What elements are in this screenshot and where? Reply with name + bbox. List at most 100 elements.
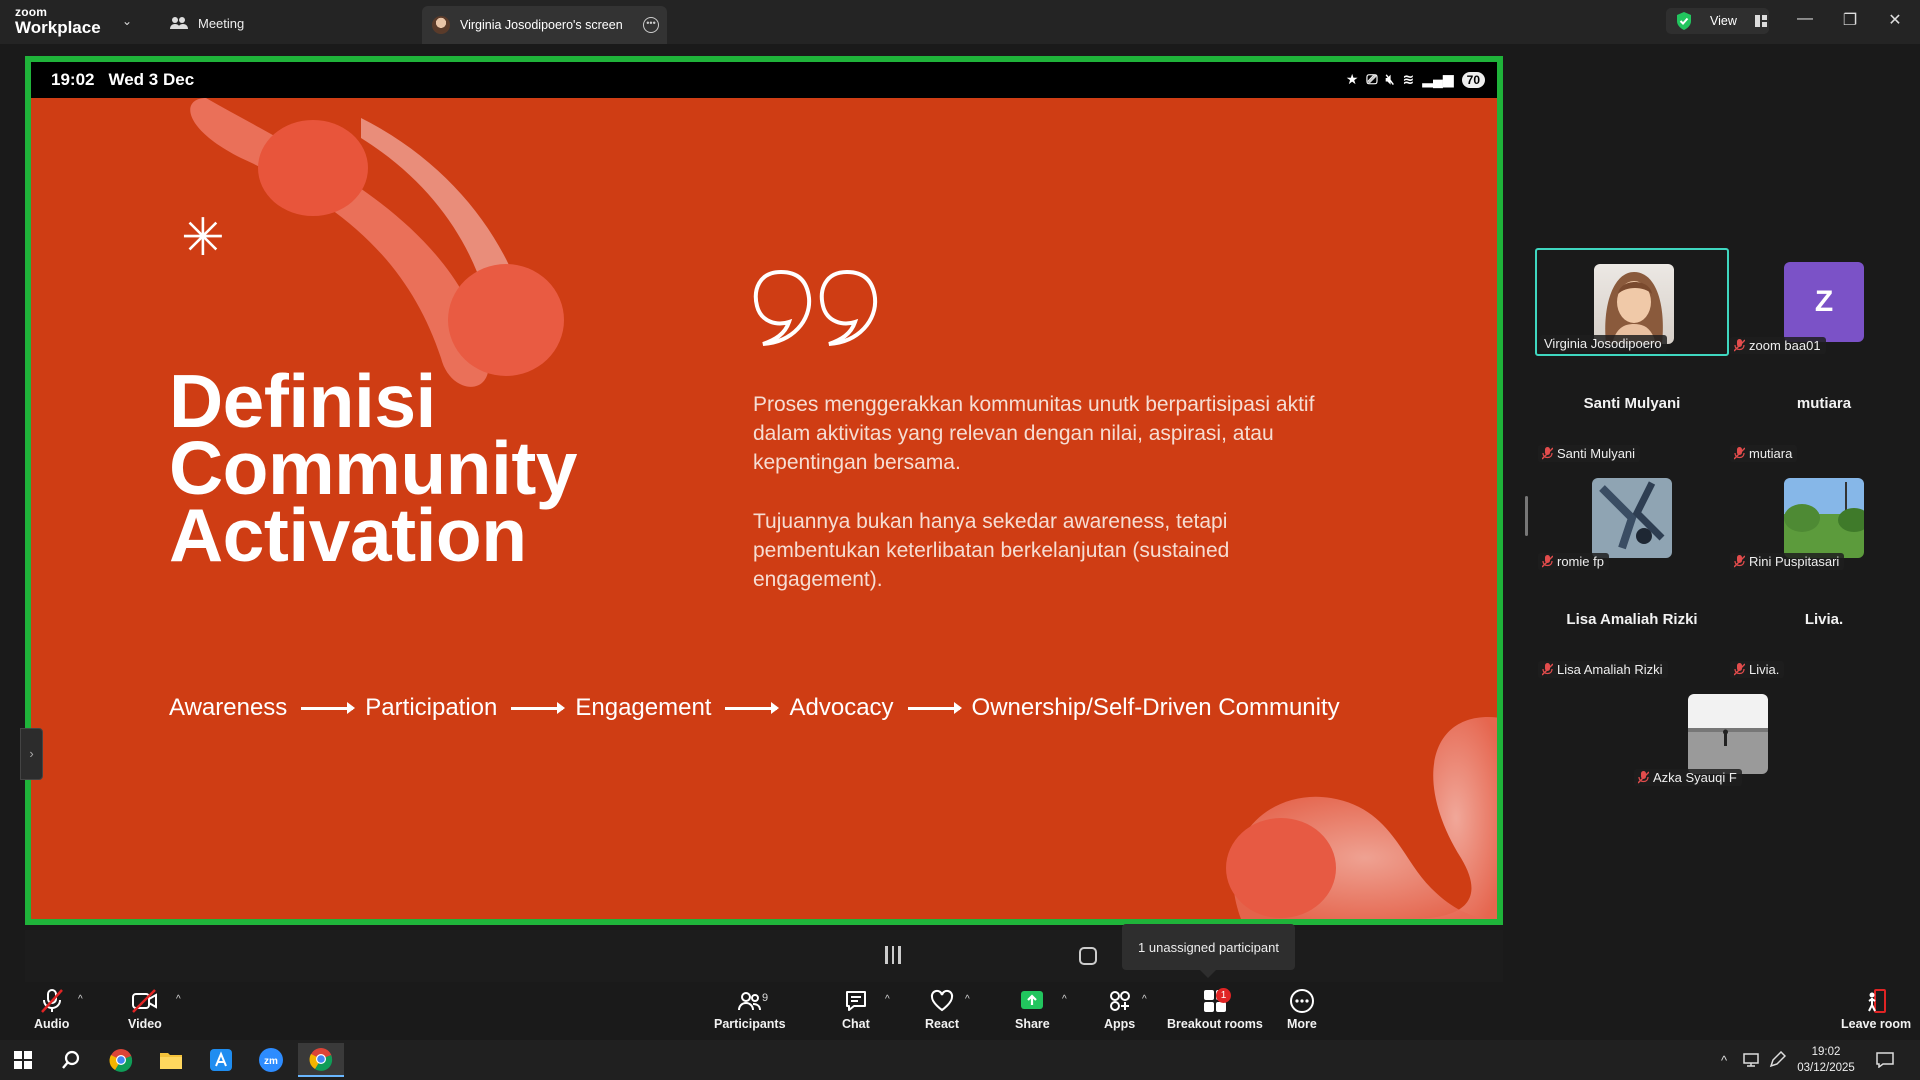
tab-meeting[interactable]: Meeting	[170, 10, 244, 36]
participant-photo	[1592, 478, 1672, 558]
participant-name: Virginia Josodipoero	[1544, 336, 1662, 351]
pen-icon[interactable]	[1766, 1046, 1788, 1074]
apps-icon	[1109, 991, 1130, 1011]
shared-screen[interactable]: 19:02 Wed 3 Dec ★ ⎚ 🔇︎ ≋ ▂▄▆ 70 ✳ Defini…	[25, 56, 1503, 925]
chevron-up-icon[interactable]: ^	[1714, 1046, 1734, 1074]
chevron-up-icon[interactable]: ^	[1062, 994, 1067, 1005]
flow-step-3: Engagement	[575, 694, 712, 721]
audio-button[interactable]: Audio	[34, 988, 69, 1031]
expand-panel-handle[interactable]: ›	[20, 728, 43, 780]
chrome-icon[interactable]	[106, 1046, 136, 1074]
participant-name-tag: Lisa Amaliah Rizki	[1538, 661, 1668, 678]
leave-room-icon	[1868, 989, 1887, 1013]
notification-icon[interactable]	[1872, 1046, 1898, 1074]
participant-tile[interactable]: Livia. Livia.	[1727, 572, 1920, 680]
participants-label: Participants	[714, 1017, 786, 1031]
participant-tile[interactable]: Rini Puspitasari	[1727, 464, 1920, 572]
clock-date: 03/12/2025	[1797, 1062, 1855, 1074]
breakout-rooms-button[interactable]: Breakout rooms	[1167, 988, 1263, 1031]
participant-tile[interactable]: Azka Syauqi F	[1631, 680, 1825, 788]
view-button[interactable]: View	[1666, 8, 1769, 34]
participant-big-name: Santi Mulyani	[1583, 395, 1681, 412]
zoom-logo[interactable]: zoom Workplace	[15, 6, 101, 36]
windows-start-icon[interactable]	[8, 1046, 38, 1074]
restore-icon[interactable]: ❐	[1840, 10, 1860, 30]
participant-name: Rini Puspitasari	[1749, 554, 1840, 569]
system-clock[interactable]: 19:02 03/12/2025	[1794, 1044, 1858, 1076]
breakout-badge: 1	[1216, 988, 1231, 1003]
meeting-toolbar: Audio ^ Video ^ Participants 9 Chat ^ Re…	[0, 982, 1920, 1040]
title-line-2: Community	[169, 426, 578, 510]
presentation-slide: ✳ Definisi Community Activation Proses m…	[31, 98, 1497, 919]
heart-icon	[930, 989, 954, 1012]
share-icon	[1021, 991, 1044, 1009]
clock-time: 19:02	[1811, 1046, 1841, 1058]
participant-name-tag: zoom baa01	[1730, 337, 1826, 354]
chevron-up-icon[interactable]: ^	[885, 994, 890, 1005]
chat-button[interactable]: Chat	[842, 988, 870, 1031]
participant-tile[interactable]: Lisa Amaliah Rizki Lisa Amaliah Rizki	[1535, 572, 1729, 680]
mic-muted-icon	[1734, 663, 1745, 676]
video-off-icon	[131, 989, 157, 1013]
apps-label: Apps	[1104, 1017, 1136, 1031]
mic-muted-icon	[1542, 447, 1553, 460]
participant-tile[interactable]: mutiara mutiara	[1727, 356, 1920, 464]
participant-tile[interactable]: romie fp	[1535, 464, 1729, 572]
star-icon: ★	[1345, 71, 1359, 87]
title-line-3: Activation	[169, 493, 527, 577]
status-icons: ★ ⎚ 🔇︎ ≋ ▂▄▆ 70	[1346, 71, 1485, 88]
people-icon	[170, 17, 188, 29]
asterisk-icon: ✳	[181, 209, 225, 267]
chevron-up-icon[interactable]: ^	[78, 994, 83, 1005]
participant-name-tag: Rini Puspitasari	[1730, 553, 1845, 570]
participant-photo	[1594, 264, 1674, 344]
tab-shared-screen[interactable]: Virginia Josodipoero's screen •••	[422, 6, 667, 44]
participant-tile[interactable]: Virginia Josodipoero	[1535, 248, 1729, 356]
search-icon[interactable]	[56, 1046, 86, 1074]
chevron-up-icon[interactable]: ^	[1142, 994, 1147, 1005]
participant-name: romie fp	[1557, 554, 1604, 569]
mic-muted-icon	[1638, 771, 1649, 784]
arrow-right-icon	[511, 701, 566, 714]
wifi-icon: ≋	[1402, 71, 1415, 87]
chevron-down-icon[interactable]: ⌄	[122, 14, 132, 28]
slide-title: Definisi Community Activation	[169, 359, 578, 577]
avatar	[432, 16, 450, 34]
participants-button[interactable]: Participants	[714, 988, 786, 1031]
share-button[interactable]: Share	[1015, 988, 1050, 1031]
participant-name: mutiara	[1749, 446, 1793, 461]
chevron-up-icon[interactable]: ^	[176, 994, 181, 1005]
flow-step-1: Awareness	[169, 694, 288, 721]
participant-name-tag: Azka Syauqi F	[1634, 769, 1742, 786]
title-line-1: Definisi	[169, 359, 436, 443]
participant-big-name: mutiara	[1796, 395, 1852, 412]
zoom-taskbar-icon[interactable]: zm	[256, 1046, 286, 1074]
video-button[interactable]: Video	[128, 988, 162, 1031]
more-button[interactable]: More	[1287, 988, 1317, 1031]
participant-name-tag: mutiara	[1730, 445, 1798, 462]
leave-room-button[interactable]: Leave room	[1841, 988, 1911, 1031]
close-icon[interactable]: ✕	[1885, 10, 1905, 30]
participant-tile[interactable]: Z zoom baa01	[1727, 248, 1920, 356]
gallery-resize-handle[interactable]	[1525, 496, 1528, 536]
minimize-icon[interactable]: —	[1795, 10, 1815, 28]
arrow-right-icon	[907, 701, 962, 714]
participant-photo	[1688, 694, 1768, 774]
more-icon[interactable]: •••	[643, 17, 659, 33]
chevron-up-icon[interactable]: ^	[965, 994, 970, 1005]
app-store-icon[interactable]	[206, 1046, 236, 1074]
react-button[interactable]: React	[925, 988, 959, 1031]
avatar	[1784, 482, 1864, 532]
participant-tile[interactable]: Santi Mulyani Santi Mulyani	[1535, 356, 1729, 464]
mic-muted-icon	[1542, 663, 1553, 676]
windows-taskbar: zm ^ 19:02 03/12/2025	[0, 1040, 1920, 1080]
apps-button[interactable]: Apps	[1104, 988, 1135, 1031]
file-explorer-icon[interactable]	[156, 1046, 186, 1074]
participant-name: Livia.	[1749, 662, 1780, 677]
network-icon[interactable]	[1740, 1046, 1762, 1074]
view-label: View	[1710, 14, 1737, 28]
video-label: Video	[128, 1017, 162, 1031]
chrome-active-icon[interactable]	[298, 1043, 344, 1077]
shield-icon	[1677, 12, 1691, 30]
participant-name: Santi Mulyani	[1557, 446, 1636, 461]
